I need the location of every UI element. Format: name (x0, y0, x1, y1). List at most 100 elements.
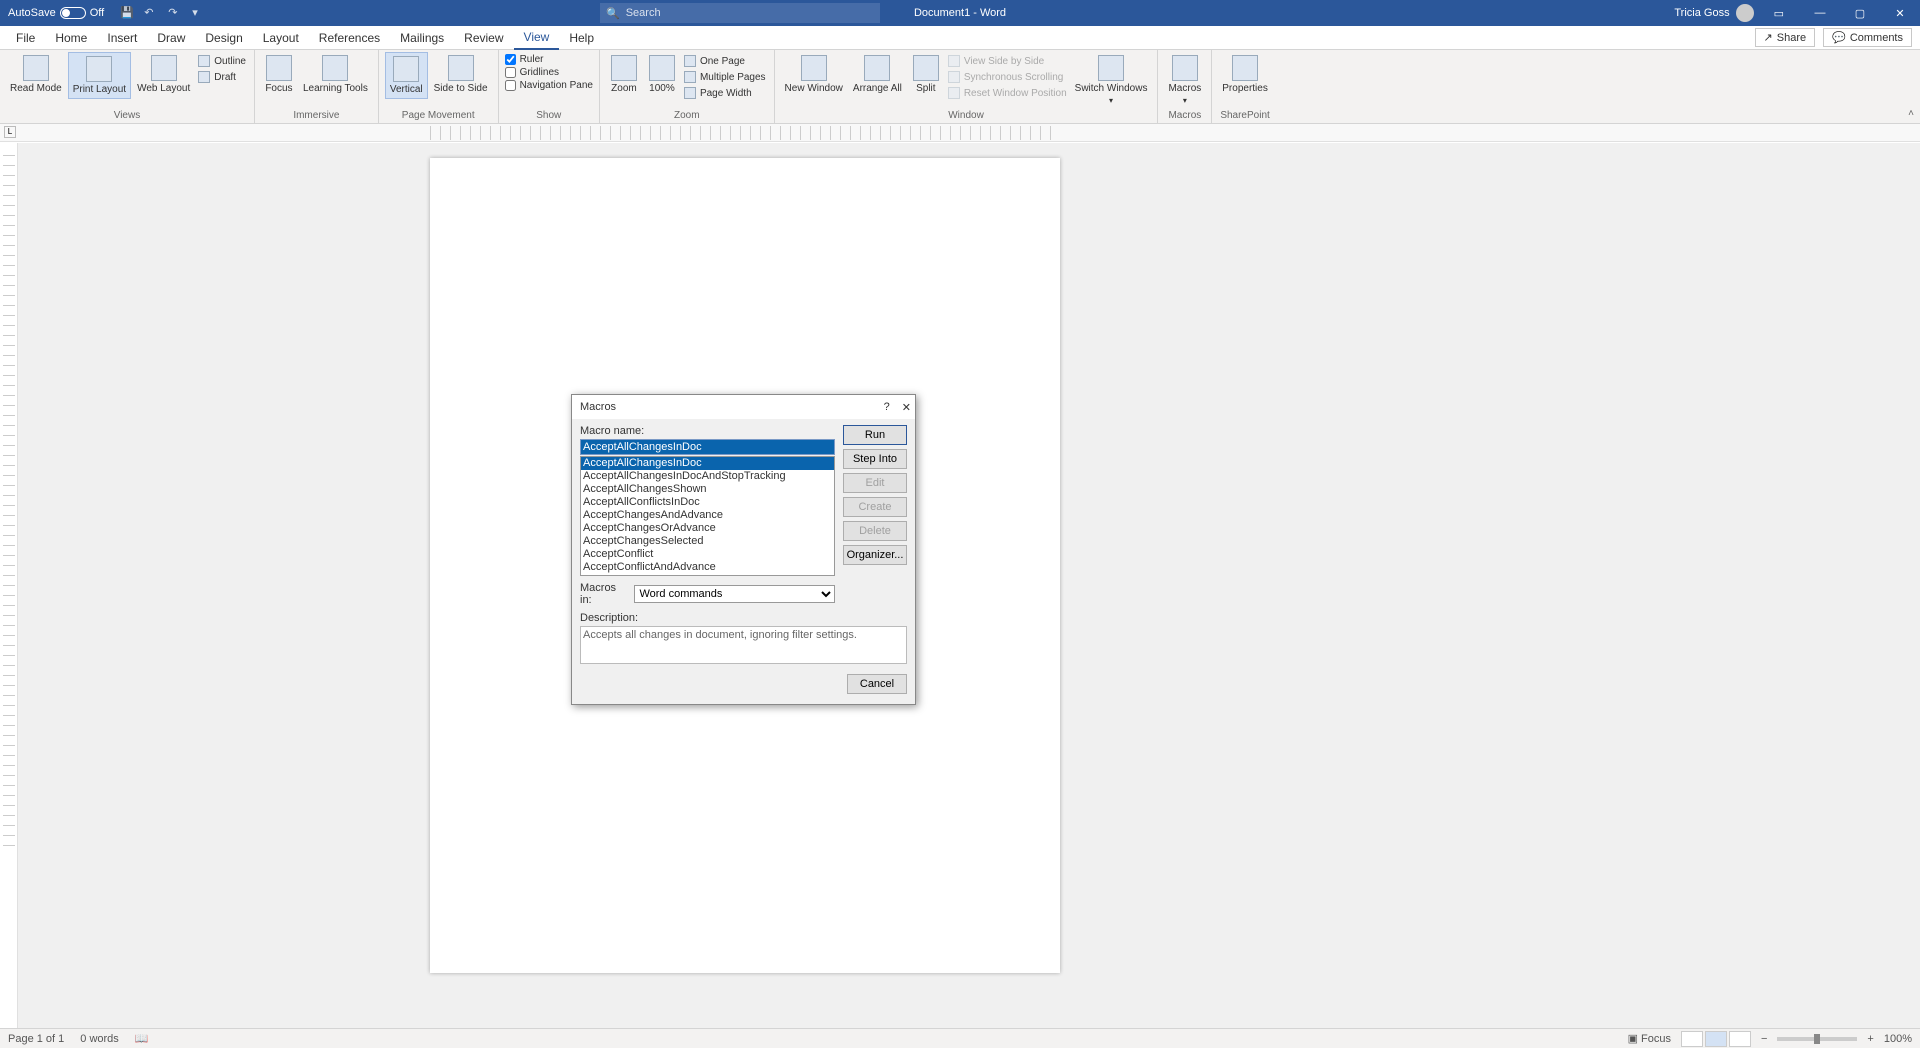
page-status[interactable]: Page 1 of 1 (8, 1033, 64, 1045)
user-name: Tricia Goss (1674, 7, 1729, 19)
new-window-button[interactable]: New Window (781, 52, 847, 97)
focus-button[interactable]: Focus (261, 52, 297, 97)
macros-dialog: Macros ? ✕ Macro name: AcceptAllChangesI… (571, 394, 916, 705)
group-window: New Window Arrange All Split View Side b… (775, 50, 1159, 123)
zoom-in-button[interactable]: + (1867, 1033, 1873, 1045)
spell-check-icon[interactable]: 📖 (135, 1032, 149, 1045)
macro-list[interactable]: AcceptAllChangesInDoc AcceptAllChangesIn… (580, 456, 835, 576)
tab-insert[interactable]: Insert (97, 27, 147, 49)
tab-mailings[interactable]: Mailings (390, 27, 454, 49)
list-item[interactable]: AcceptChangesAndAdvance (581, 509, 834, 522)
zoom-slider[interactable] (1777, 1037, 1857, 1041)
zoom-100-button[interactable]: 100% (644, 52, 680, 97)
list-item[interactable]: AcceptConflictAndAdvance (581, 561, 834, 574)
share-icon: ↗ (1764, 31, 1773, 44)
group-label-page-movement: Page Movement (402, 110, 475, 123)
organizer-button[interactable]: Organizer... (843, 545, 907, 565)
redo-icon[interactable]: ↷ (168, 6, 182, 20)
one-page-button[interactable]: One Page (682, 54, 768, 68)
horizontal-ruler[interactable] (430, 126, 1060, 140)
edit-button: Edit (843, 473, 907, 493)
ruler-checkbox[interactable]: Ruler (505, 54, 593, 65)
tab-references[interactable]: References (309, 27, 390, 49)
arrange-all-button[interactable]: Arrange All (849, 52, 906, 97)
dialog-title-bar[interactable]: Macros ? ✕ (572, 395, 915, 419)
undo-icon[interactable]: ↶ (144, 6, 158, 20)
autosave-toggle[interactable]: AutoSave Off (8, 7, 104, 19)
zoom-out-button[interactable]: − (1761, 1033, 1767, 1045)
run-button[interactable]: Run (843, 425, 907, 445)
tab-help[interactable]: Help (559, 27, 604, 49)
group-label-zoom: Zoom (674, 110, 700, 123)
list-item[interactable]: AccessibilityChecker (581, 574, 834, 576)
switch-windows-icon (1098, 55, 1124, 81)
tab-view[interactable]: View (514, 26, 560, 50)
avatar-icon (1736, 4, 1754, 22)
tab-home[interactable]: Home (45, 27, 97, 49)
print-layout-button[interactable]: Print Layout (68, 52, 131, 99)
side-to-side-button[interactable]: Side to Side (430, 52, 492, 97)
group-label-show: Show (536, 110, 561, 123)
customize-icon[interactable]: ▾ (192, 6, 206, 20)
collapse-ribbon-button[interactable]: ˄ (1908, 108, 1914, 119)
list-item[interactable]: AcceptAllChangesShown (581, 483, 834, 496)
cancel-button[interactable]: Cancel (847, 674, 907, 694)
macros-in-select[interactable]: Word commands (634, 585, 835, 603)
zoom-button[interactable]: Zoom (606, 52, 642, 97)
read-view-button[interactable] (1681, 1031, 1703, 1047)
search-box[interactable]: 🔍 Search (600, 3, 880, 23)
list-item[interactable]: AcceptAllConflictsInDoc (581, 496, 834, 509)
multiple-pages-button[interactable]: Multiple Pages (682, 70, 768, 84)
properties-button[interactable]: Properties (1218, 52, 1272, 97)
minimize-button[interactable]: ― (1800, 0, 1840, 26)
share-button[interactable]: ↗Share (1755, 28, 1816, 47)
outline-button[interactable]: Outline (196, 54, 248, 68)
help-button[interactable]: ? (884, 401, 890, 414)
gridlines-checkbox[interactable]: Gridlines (505, 67, 593, 78)
save-icon[interactable]: 💾 (120, 6, 134, 20)
one-page-icon (684, 55, 696, 67)
web-layout-button[interactable]: Web Layout (133, 52, 194, 97)
list-item[interactable]: AcceptAllChangesInDoc (581, 457, 834, 470)
step-into-button[interactable]: Step Into (843, 449, 907, 469)
focus-mode-button[interactable]: ▣ Focus (1628, 1032, 1671, 1045)
tab-review[interactable]: Review (454, 27, 513, 49)
web-view-button[interactable] (1729, 1031, 1751, 1047)
tab-design[interactable]: Design (195, 27, 252, 49)
split-icon (913, 55, 939, 81)
tab-layout[interactable]: Layout (253, 27, 309, 49)
list-item[interactable]: AcceptConflict (581, 548, 834, 561)
document-title: Document1 - Word (914, 7, 1006, 19)
zoom-level[interactable]: 100% (1884, 1033, 1912, 1045)
comments-button[interactable]: 💬Comments (1823, 28, 1912, 47)
document-area: Macros ? ✕ Macro name: AcceptAllChangesI… (0, 143, 1920, 1028)
tab-selector[interactable]: L (4, 126, 16, 138)
vertical-ruler[interactable] (0, 143, 18, 1028)
search-icon: 🔍 (606, 7, 620, 20)
close-button[interactable]: ✕ (1880, 0, 1920, 26)
split-button[interactable]: Split (908, 52, 944, 97)
learning-tools-button[interactable]: Learning Tools (299, 52, 372, 97)
vertical-button[interactable]: Vertical (385, 52, 428, 99)
page-width-button[interactable]: Page Width (682, 86, 768, 100)
read-mode-button[interactable]: Read Mode (6, 52, 66, 97)
tab-file[interactable]: File (6, 27, 45, 49)
macro-name-input[interactable] (580, 439, 835, 455)
macros-button[interactable]: Macros▾ (1164, 52, 1205, 108)
close-dialog-button[interactable]: ✕ (902, 401, 911, 414)
list-item[interactable]: AcceptAllChangesInDocAndStopTracking (581, 470, 834, 483)
group-immersive: Focus Learning Tools Immersive (255, 50, 379, 123)
maximize-button[interactable]: ▢ (1840, 0, 1880, 26)
print-view-button[interactable] (1705, 1031, 1727, 1047)
ribbon-display-icon[interactable]: ▭ (1774, 7, 1784, 20)
list-item[interactable]: AcceptChangesSelected (581, 535, 834, 548)
tab-draw[interactable]: Draw (147, 27, 195, 49)
draft-button[interactable]: Draft (196, 70, 248, 84)
word-count[interactable]: 0 words (80, 1033, 119, 1045)
list-item[interactable]: AcceptChangesOrAdvance (581, 522, 834, 535)
group-macros: Macros▾ Macros (1158, 50, 1212, 123)
switch-windows-button[interactable]: Switch Windows▾ (1071, 52, 1152, 108)
navigation-pane-checkbox[interactable]: Navigation Pane (505, 80, 593, 91)
autosave-label: AutoSave (8, 7, 56, 19)
account-button[interactable]: Tricia Goss (1674, 4, 1753, 22)
